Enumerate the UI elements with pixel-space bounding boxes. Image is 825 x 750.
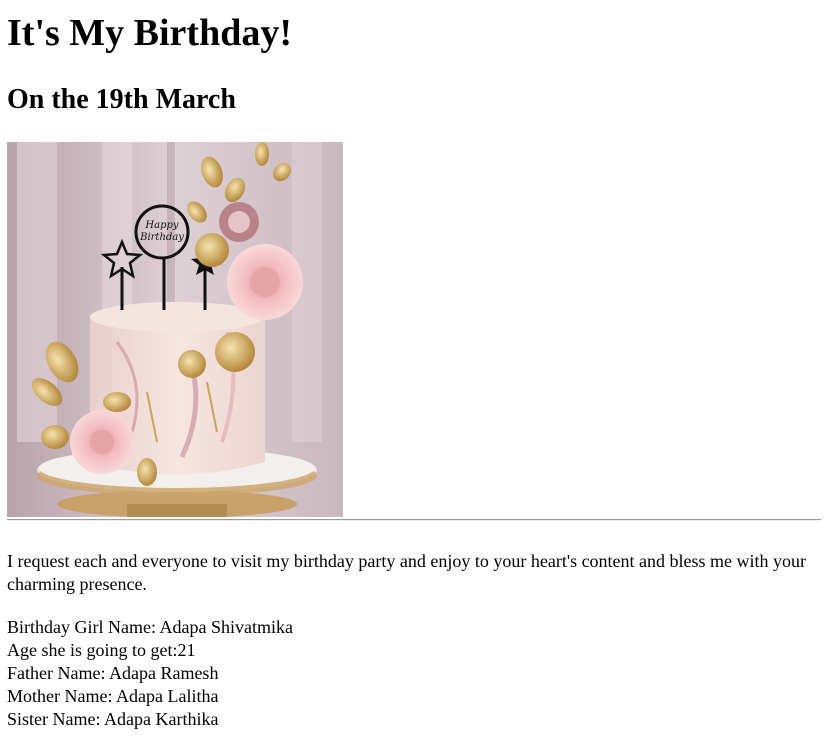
invitation-text: I request each and everyone to visit my …	[7, 551, 807, 594]
details-list: Birthday Girl Name: Adapa Shivatmika Age…	[7, 616, 293, 731]
detail-birthday-girl: Birthday Girl Name: Adapa Shivatmika	[7, 617, 293, 637]
divider	[7, 519, 821, 521]
detail-father: Father Name: Adapa Ramesh	[7, 663, 219, 683]
detail-mother: Mother Name: Adapa Lalitha	[7, 686, 219, 706]
detail-sister: Sister Name: Adapa Karthika	[7, 709, 219, 729]
page-title: It's My Birthday!	[7, 12, 292, 54]
svg-text:Happy: Happy	[144, 220, 178, 231]
detail-age: Age she is going to get:21	[7, 640, 196, 660]
svg-text:Birthday: Birthday	[139, 232, 184, 243]
page-subtitle: On the 19th March	[7, 84, 236, 115]
birthday-cake-image: Happy Birthday	[7, 142, 343, 517]
